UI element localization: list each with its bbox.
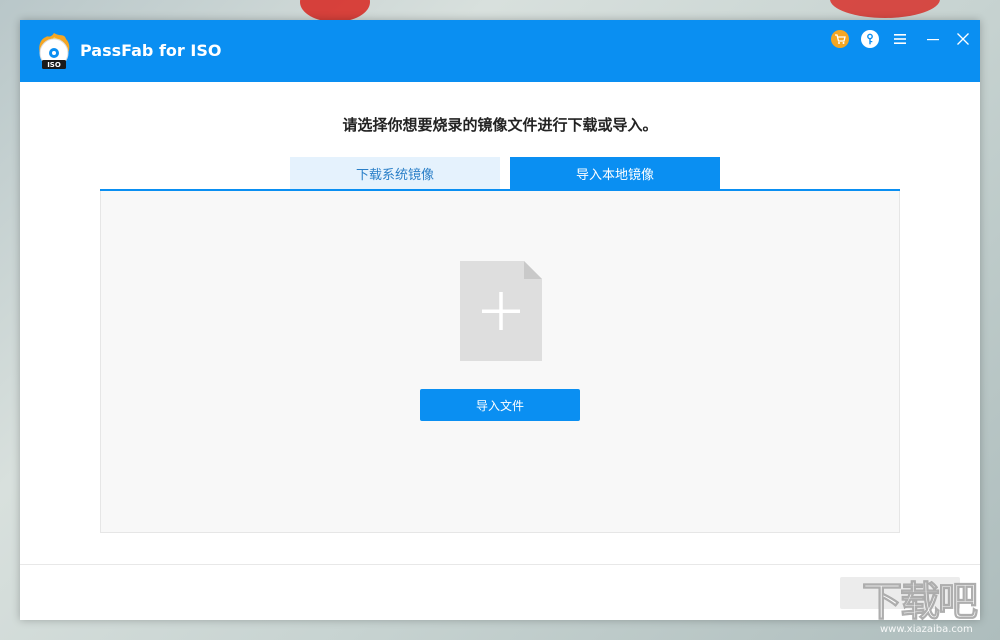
minimize-icon xyxy=(926,33,940,45)
hamburger-menu-icon xyxy=(893,33,907,45)
cart-icon xyxy=(831,30,849,48)
title-bar: ISO PassFab for ISO xyxy=(20,20,980,82)
desktop-background-flower xyxy=(830,0,940,18)
instruction-heading: 请选择你想要烧录的镜像文件进行下载或导入。 xyxy=(20,114,980,136)
close-button[interactable] xyxy=(952,28,974,50)
footer-divider xyxy=(20,564,980,565)
tab-import-local-image[interactable]: 导入本地镜像 xyxy=(510,157,720,189)
minimize-button[interactable] xyxy=(922,28,944,50)
watermark-logo-text: 下载吧 xyxy=(862,580,976,624)
app-logo-icon: ISO xyxy=(34,31,74,71)
app-window: ISO PassFab for ISO xyxy=(20,20,980,620)
svg-text:ISO: ISO xyxy=(47,61,61,69)
import-drop-area[interactable]: 导入文件 xyxy=(100,191,900,533)
app-title: PassFab for ISO xyxy=(80,40,221,62)
close-icon xyxy=(956,32,970,46)
key-button[interactable] xyxy=(859,28,881,50)
import-file-button[interactable]: 导入文件 xyxy=(420,389,580,421)
tab-download-system-image[interactable]: 下载系统镜像 xyxy=(290,157,500,189)
cart-button[interactable] xyxy=(829,28,851,50)
desktop-background-flower xyxy=(300,0,370,22)
menu-button[interactable] xyxy=(889,28,911,50)
watermark-url: www.xiazaiba.com xyxy=(880,624,973,636)
file-add-icon[interactable] xyxy=(460,261,542,361)
key-icon xyxy=(861,30,879,48)
